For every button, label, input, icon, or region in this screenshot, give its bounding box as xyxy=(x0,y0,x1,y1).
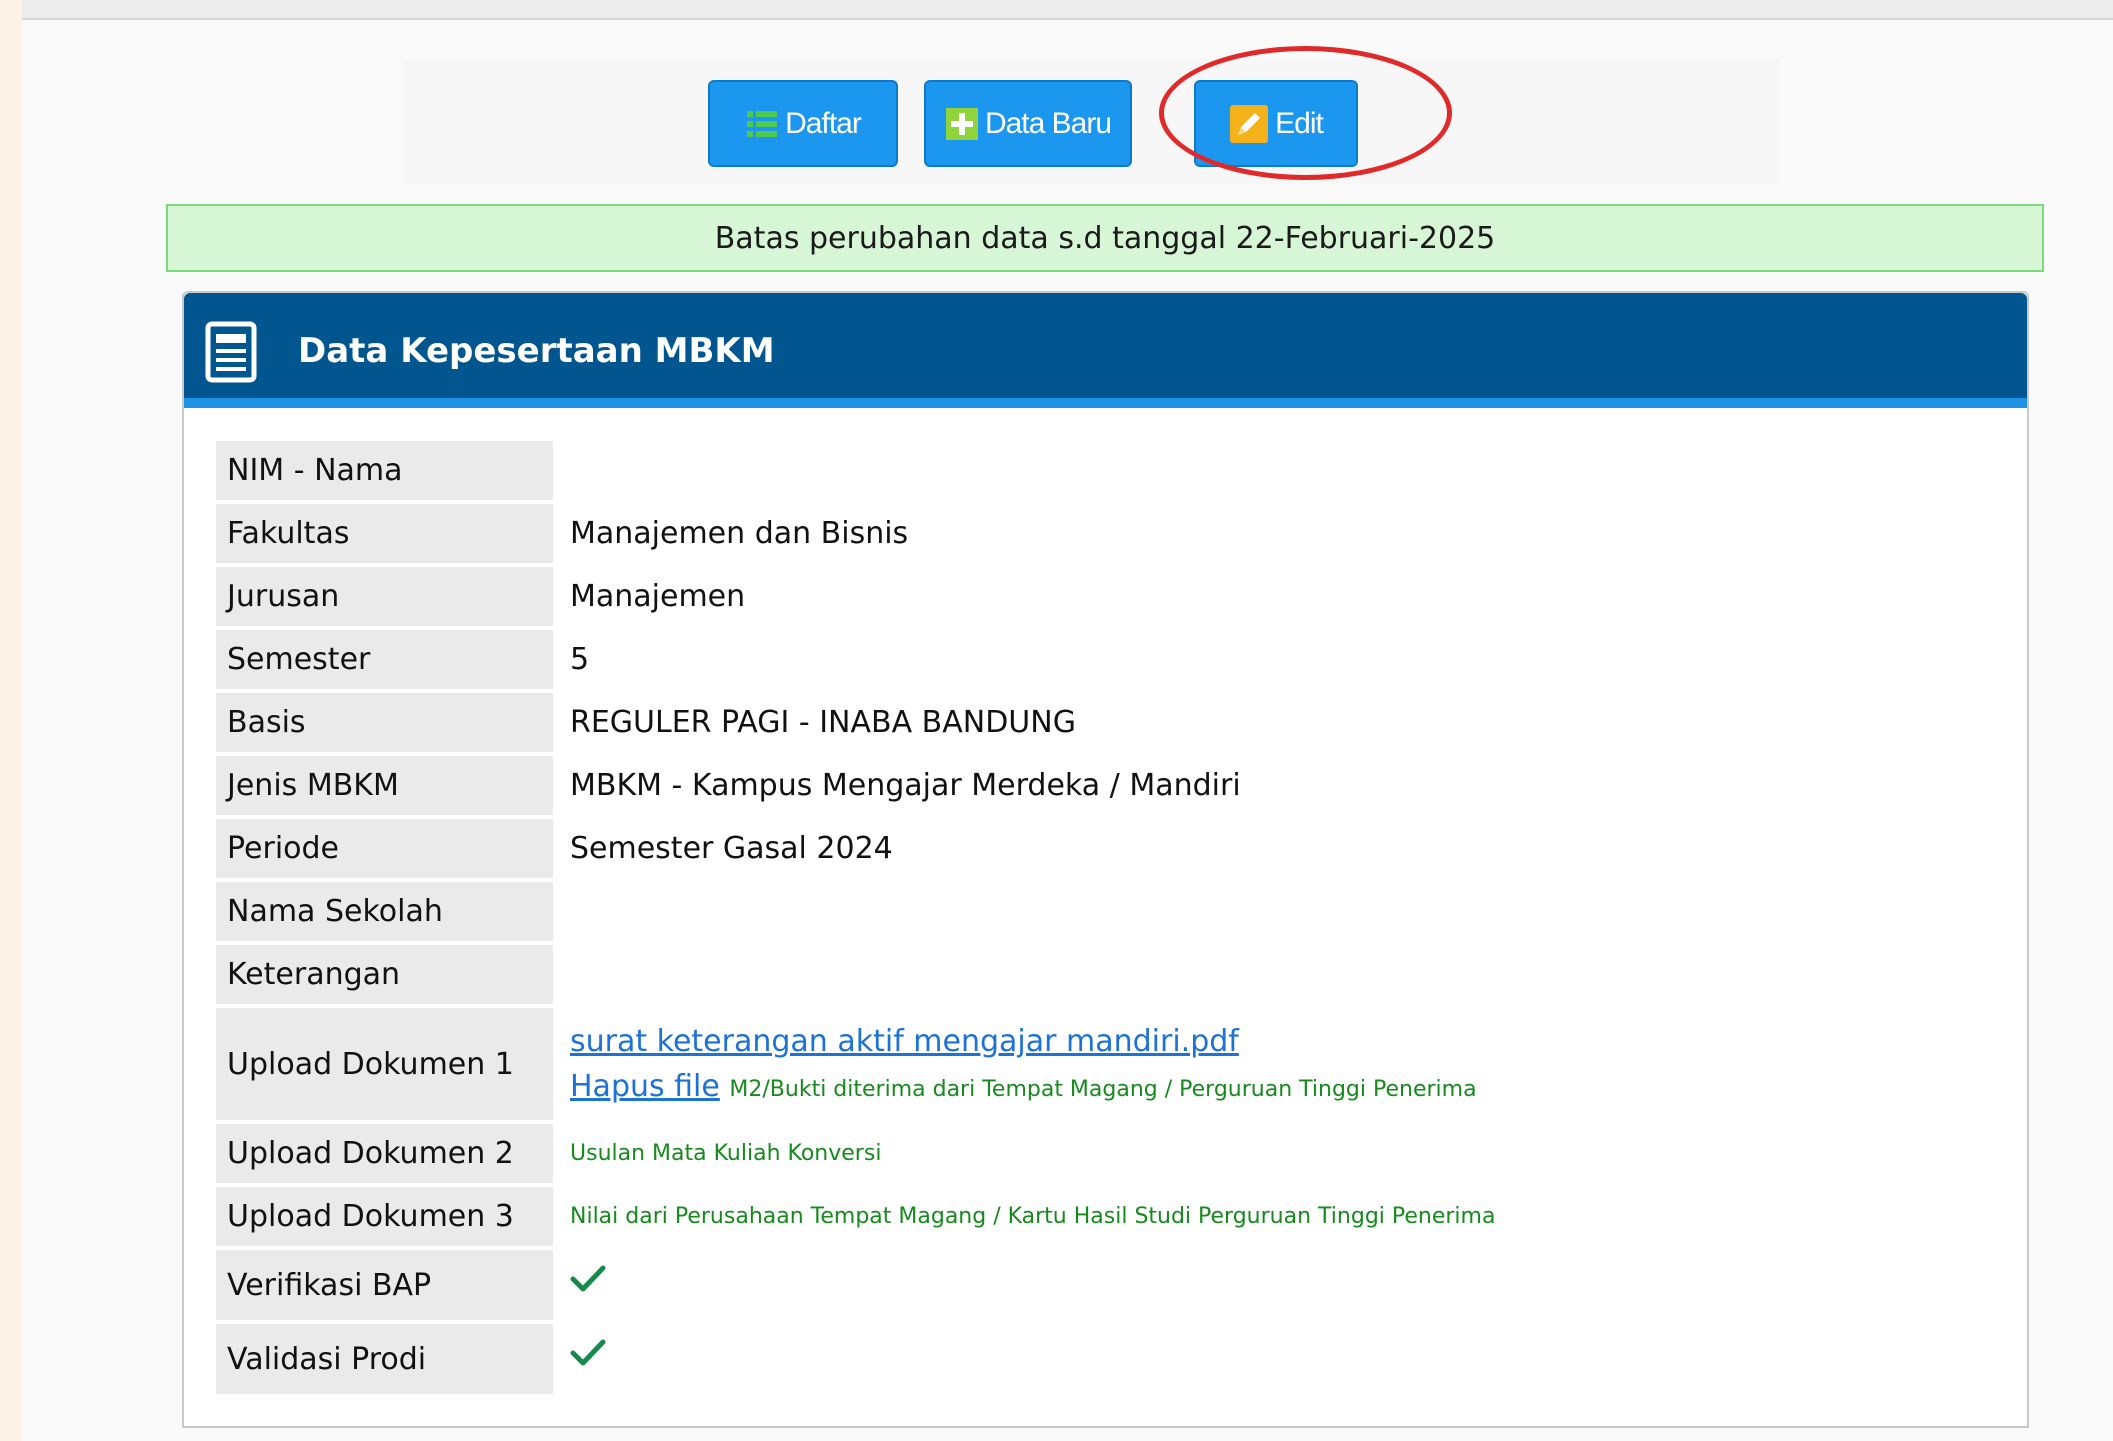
check-icon xyxy=(570,1264,606,1294)
table-row: Jenis MBKM MBKM - Kampus Mengajar Merdek… xyxy=(216,756,1996,815)
row-value xyxy=(553,441,1996,500)
row-label: Upload Dokumen 2 xyxy=(216,1124,553,1183)
row-value: Manajemen dan Bisnis xyxy=(570,516,909,551)
table-row: Semester 5 xyxy=(216,630,1996,689)
row-value: Semester Gasal 2024 xyxy=(570,831,893,866)
row-value: MBKM - Kampus Mengajar Merdeka / Mandiri xyxy=(570,768,1241,803)
panel-header: Data Kepesertaan MBKM xyxy=(184,293,2027,408)
row-label: Upload Dokumen 1 xyxy=(216,1008,553,1120)
row-value: REGULER PAGI - INABA BANDUNG xyxy=(570,705,1076,740)
daftar-label: Daftar xyxy=(785,106,862,140)
delete-line: Hapus file M2/Bukti diterima dari Tempat… xyxy=(570,1069,1477,1104)
panel-title: Data Kepesertaan MBKM xyxy=(298,331,775,371)
row-label: Basis xyxy=(216,693,553,752)
list-icon xyxy=(745,107,779,141)
validation-row: Validasi Prodi xyxy=(216,1324,1996,1394)
highlight-circle xyxy=(1159,46,1452,180)
upload-row-1: Upload Dokumen 1 surat keterangan aktif … xyxy=(216,1008,1996,1120)
row-label: Jurusan xyxy=(216,567,553,626)
table-row: Jurusan Manajemen xyxy=(216,567,1996,626)
deadline-notice: Batas perubahan data s.d tanggal 22-Febr… xyxy=(166,204,2044,272)
row-label: Fakultas xyxy=(216,504,553,563)
table-row: Keterangan xyxy=(216,945,1996,1004)
data-baru-button[interactable]: Data Baru xyxy=(924,80,1132,167)
table-row: NIM - Nama xyxy=(216,441,1996,500)
mbkm-panel: Data Kepesertaan MBKM NIM - Nama Fakulta… xyxy=(182,291,2029,1428)
delete-file-link[interactable]: Hapus file xyxy=(570,1069,720,1104)
row-value xyxy=(553,1324,1996,1394)
detail-table: NIM - Nama Fakultas Manajemen dan Bisnis… xyxy=(216,441,1996,1398)
row-label: Keterangan xyxy=(216,945,553,1004)
row-value: Nilai dari Perusahaan Tempat Magang / Ka… xyxy=(553,1187,1996,1246)
upload-hint: M2/Bukti diterima dari Tempat Magang / P… xyxy=(729,1077,1477,1102)
row-value xyxy=(553,1250,1996,1320)
table-row: Fakultas Manajemen dan Bisnis xyxy=(216,504,1996,563)
row-value: 5 xyxy=(570,642,590,677)
document-icon xyxy=(204,321,260,387)
upload-hint: Usulan Mata Kuliah Konversi xyxy=(570,1141,882,1166)
upload-row-2: Upload Dokumen 2 Usulan Mata Kuliah Konv… xyxy=(216,1124,1996,1183)
row-label: Jenis MBKM xyxy=(216,756,553,815)
top-divider xyxy=(22,0,2113,20)
check-icon xyxy=(570,1338,606,1368)
uploaded-file-link[interactable]: surat keterangan aktif mengajar mandiri.… xyxy=(570,1024,1239,1059)
table-row: Periode Semester Gasal 2024 xyxy=(216,819,1996,878)
row-label: Semester xyxy=(216,630,553,689)
row-value xyxy=(553,945,1996,1004)
daftar-button[interactable]: Daftar xyxy=(708,80,898,167)
row-value: Usulan Mata Kuliah Konversi xyxy=(553,1124,1996,1183)
table-row: Nama Sekolah xyxy=(216,882,1996,941)
row-label: Nama Sekolah xyxy=(216,882,553,941)
row-value: surat keterangan aktif mengajar mandiri.… xyxy=(553,1008,1996,1120)
add-icon xyxy=(945,107,979,141)
upload-row-3: Upload Dokumen 3 Nilai dari Perusahaan T… xyxy=(216,1187,1996,1246)
data-baru-label: Data Baru xyxy=(984,106,1112,140)
upload-hint: Nilai dari Perusahaan Tempat Magang / Ka… xyxy=(570,1204,1496,1229)
page: Daftar Data Baru Edit Batas perubahan da… xyxy=(22,0,2113,1441)
row-value xyxy=(553,882,1996,941)
row-label: Upload Dokumen 3 xyxy=(216,1187,553,1246)
table-row: Basis REGULER PAGI - INABA BANDUNG xyxy=(216,693,1996,752)
row-label: Validasi Prodi xyxy=(216,1324,553,1394)
row-label: Verifikasi BAP xyxy=(216,1250,553,1320)
row-label: Periode xyxy=(216,819,553,878)
row-label: NIM - Nama xyxy=(216,441,553,500)
verification-row: Verifikasi BAP xyxy=(216,1250,1996,1320)
row-value: Manajemen xyxy=(570,579,746,614)
